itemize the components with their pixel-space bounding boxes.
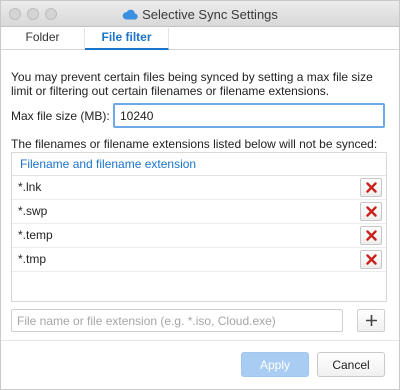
- tab-folder[interactable]: Folder: [1, 28, 85, 50]
- filter-description: You may prevent certain files being sync…: [11, 70, 373, 98]
- cancel-button[interactable]: Cancel: [317, 352, 385, 377]
- add-filter-input[interactable]: [11, 309, 343, 332]
- max-size-label: Max file size (MB):: [11, 109, 110, 123]
- footer-divider: [1, 340, 399, 341]
- window-title: Selective Sync Settings: [142, 6, 278, 22]
- list-item: *.swp: [12, 200, 386, 224]
- plus-icon: [365, 315, 377, 326]
- list-item-label: *.tmp: [18, 252, 47, 266]
- cloud-icon: [122, 9, 138, 20]
- tab-file-filter[interactable]: File filter: [85, 28, 169, 50]
- delete-item-button[interactable]: [360, 226, 382, 245]
- delete-x-icon: [365, 206, 377, 217]
- delete-item-button[interactable]: [360, 202, 382, 221]
- exclusion-list: Filename and filename extension *.lnk *.…: [11, 152, 387, 302]
- list-item: *.lnk: [12, 176, 386, 200]
- list-item-label: *.swp: [18, 204, 48, 218]
- delete-x-icon: [365, 182, 377, 193]
- max-size-input[interactable]: [113, 103, 385, 128]
- window-title-group: Selective Sync Settings: [1, 1, 399, 27]
- list-item: *.temp: [12, 224, 386, 248]
- tab-bar: Folder File filter: [1, 28, 399, 50]
- list-item: *.tmp: [12, 248, 386, 272]
- list-item-label: *.temp: [18, 228, 53, 242]
- exclusion-list-note: The filenames or filename extensions lis…: [11, 137, 378, 151]
- apply-button[interactable]: Apply: [241, 352, 309, 377]
- delete-item-button[interactable]: [360, 250, 382, 269]
- delete-x-icon: [365, 254, 377, 265]
- list-header: Filename and filename extension: [12, 153, 386, 176]
- title-bar: Selective Sync Settings: [1, 1, 399, 27]
- selective-sync-window: Selective Sync Settings Folder File filt…: [0, 0, 400, 390]
- add-filter-button[interactable]: [357, 309, 385, 332]
- delete-x-icon: [365, 230, 377, 241]
- list-item-label: *.lnk: [18, 180, 42, 194]
- delete-item-button[interactable]: [360, 178, 382, 197]
